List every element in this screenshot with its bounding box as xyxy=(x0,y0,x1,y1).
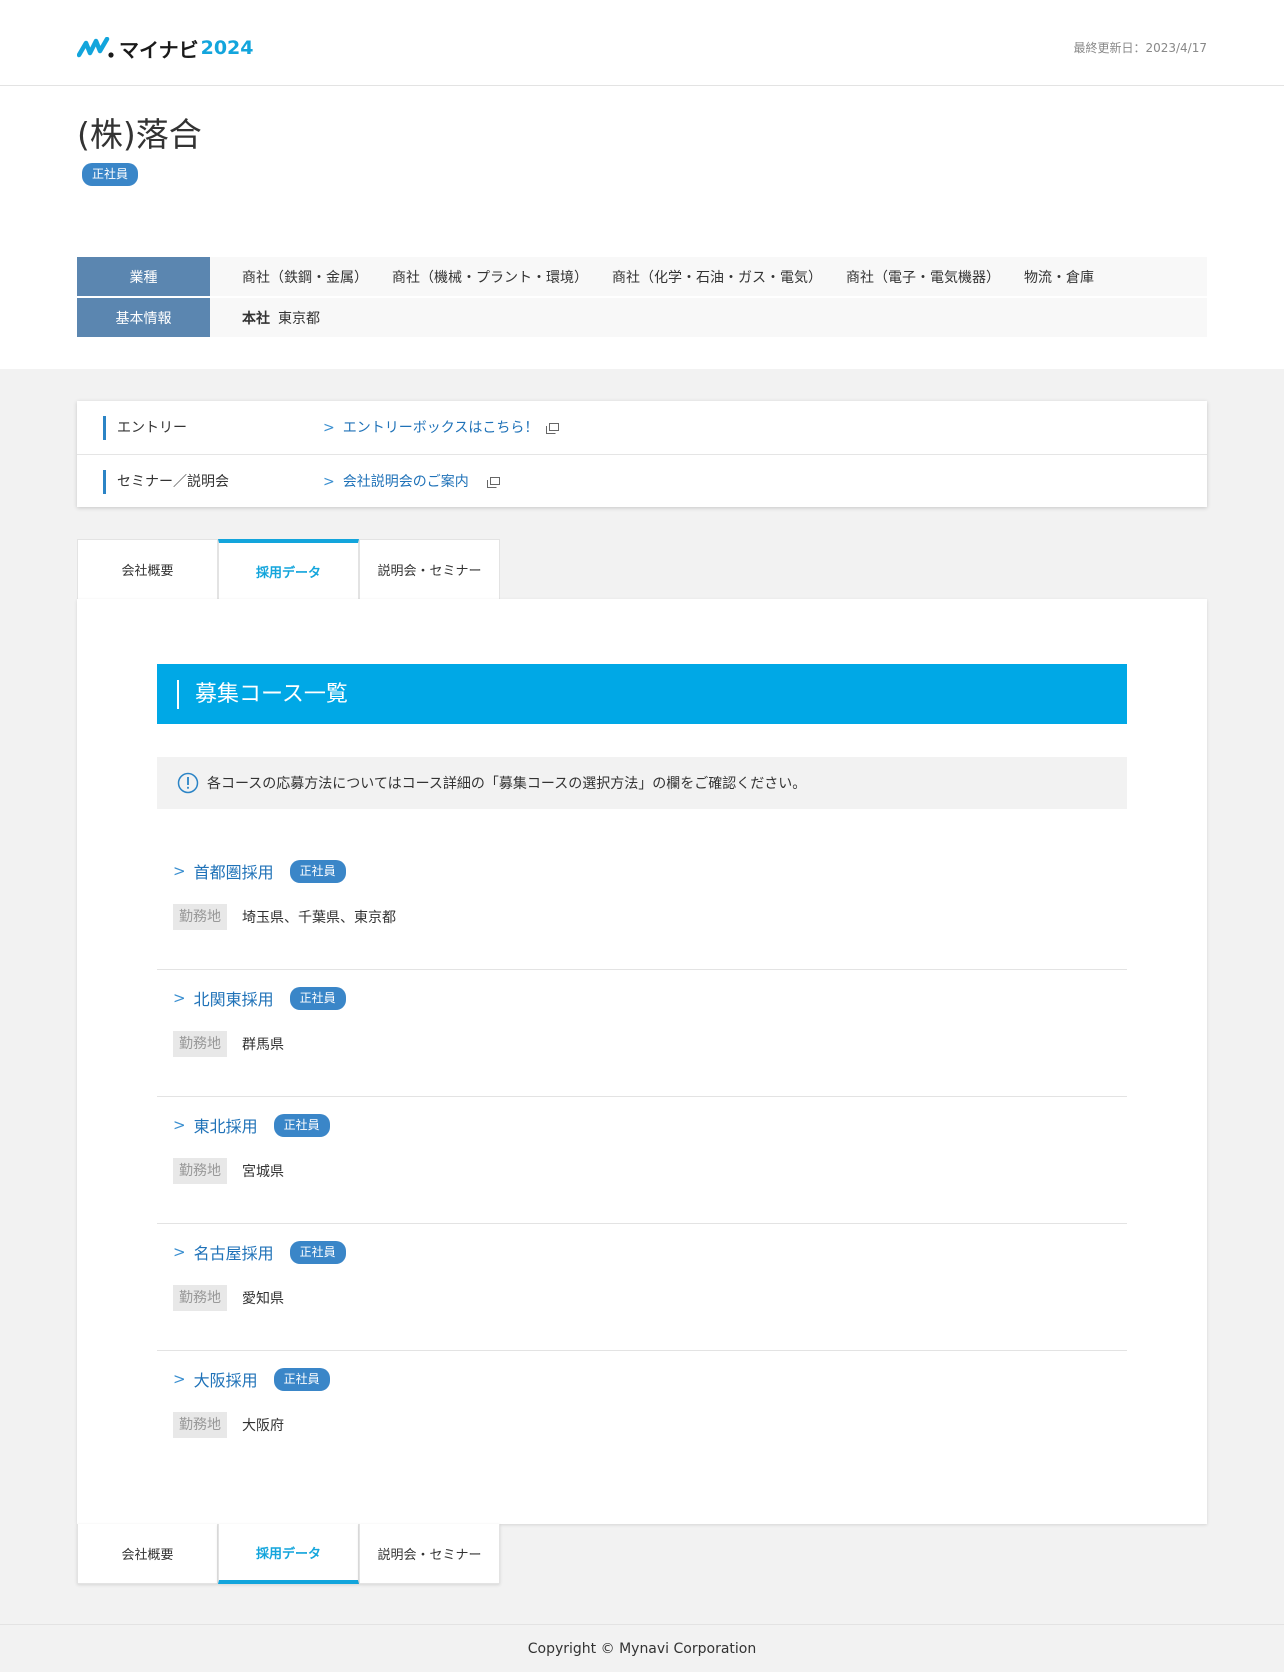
course-item: > 名古屋採用 正社員 勤務地 愛知県 xyxy=(157,1224,1127,1351)
seminar-label: セミナー／説明会 xyxy=(103,470,229,494)
chevron-right-icon: > xyxy=(173,862,186,880)
seminar-link[interactable]: > 会社説明会のご案内 xyxy=(323,470,500,494)
seminar-link-text: 会社説明会のご案内 xyxy=(342,474,469,490)
company-info-table: 業種 商社（鉄鋼・金属） 商社（機械・プラント・環境） 商社（化学・石油・ガス・… xyxy=(77,257,1207,339)
chevron-right-icon: > xyxy=(323,420,335,436)
tab-seminar[interactable]: 説明会・セミナー xyxy=(359,1524,500,1584)
location-label: 勤務地 xyxy=(173,1412,227,1438)
course-badge: 正社員 xyxy=(289,1240,346,1264)
course-badge: 正社員 xyxy=(289,986,346,1010)
basic-info-value: 本社 東京都 xyxy=(210,298,1207,337)
industry-item: 物流・倉庫 xyxy=(1024,269,1094,286)
entry-box-link[interactable]: > エントリーボックスはこちら！ xyxy=(323,416,560,440)
course-item: > 東北採用 正社員 勤務地 宮城県 xyxy=(157,1097,1127,1224)
course-link[interactable]: > 名古屋採用 正社員 xyxy=(173,1240,346,1264)
chevron-right-icon: > xyxy=(173,989,186,1007)
course-name: 大阪採用 xyxy=(193,1371,258,1390)
tab-seminar[interactable]: 説明会・セミナー xyxy=(359,539,500,599)
tab-company-overview[interactable]: 会社概要 xyxy=(77,539,218,599)
location-label: 勤務地 xyxy=(173,904,227,930)
footer: Copyright © Mynavi Corporation xyxy=(0,1624,1284,1672)
course-location: 勤務地 埼玉県、千葉県、東京都 xyxy=(173,904,396,930)
course-link[interactable]: > 東北採用 正社員 xyxy=(173,1113,330,1137)
section-title-bar: 募集コース一覧 xyxy=(157,664,1127,724)
location-value: 埼玉県、千葉県、東京都 xyxy=(242,910,396,926)
title-accent-bar xyxy=(177,680,179,709)
notice-text: 各コースの応募方法についてはコース詳細の「募集コースの選択方法」の欄をご確認くだ… xyxy=(207,776,807,792)
info-icon xyxy=(177,772,199,794)
industry-label: 業種 xyxy=(77,257,210,296)
industry-item: 商社（電子・電気機器） xyxy=(846,269,1000,286)
entry-box: エントリー > エントリーボックスはこちら！ セミナー／説明会 > 会社説明会の… xyxy=(77,401,1207,507)
basic-info-row: 基本情報 本社 東京都 xyxy=(77,298,1207,337)
course-link[interactable]: > 大阪採用 正社員 xyxy=(173,1367,330,1391)
chevron-right-icon: > xyxy=(173,1116,186,1134)
location-value: 大阪府 xyxy=(242,1418,284,1434)
location-label: 勤務地 xyxy=(173,1158,227,1184)
external-window-icon xyxy=(546,422,560,434)
external-window-icon xyxy=(486,476,500,488)
hq-label: 本社 xyxy=(242,310,270,327)
chevron-right-icon: > xyxy=(173,1370,186,1388)
employment-badge: 正社員 xyxy=(82,163,139,186)
recruitment-panel: 募集コース一覧 各コースの応募方法についてはコース詳細の「募集コースの選択方法」… xyxy=(77,599,1207,1524)
course-badge: 正社員 xyxy=(273,1367,330,1391)
hq-value: 東京都 xyxy=(278,310,320,327)
chevron-right-icon: > xyxy=(173,1243,186,1261)
course-link[interactable]: > 首都圏採用 正社員 xyxy=(173,859,346,883)
industry-item: 商社（機械・プラント・環境） xyxy=(392,269,588,286)
entry-row: エントリー > エントリーボックスはこちら！ xyxy=(77,401,1207,454)
last-updated: 最終更新日：2023/4/17 xyxy=(1073,41,1207,55)
company-name: (株)落合 xyxy=(77,115,202,154)
logo-text: マイナビ xyxy=(119,37,199,62)
course-name: 北関東採用 xyxy=(193,990,274,1009)
course-name: 東北採用 xyxy=(193,1117,258,1136)
location-label: 勤務地 xyxy=(173,1285,227,1311)
course-link[interactable]: > 北関東採用 正社員 xyxy=(173,986,346,1010)
notice-box: 各コースの応募方法についてはコース詳細の「募集コースの選択方法」の欄をご確認くだ… xyxy=(157,757,1127,809)
seminar-row: セミナー／説明会 > 会社説明会のご案内 xyxy=(77,454,1207,507)
tab-recruitment-data[interactable]: 採用データ xyxy=(218,1524,359,1584)
mynavi-mark-icon xyxy=(77,37,114,58)
location-value: 宮城県 xyxy=(242,1164,284,1180)
entry-label: エントリー xyxy=(103,416,187,440)
location-value: 愛知県 xyxy=(242,1291,284,1307)
course-location: 勤務地 宮城県 xyxy=(173,1158,284,1184)
course-badge: 正社員 xyxy=(289,859,346,883)
basic-info-label: 基本情報 xyxy=(77,298,210,337)
logo-year: 2024 xyxy=(200,37,254,59)
top-section: マイナビ 2024 最終更新日：2023/4/17 (株)落合 正社員 業種 商… xyxy=(0,0,1284,369)
copyright: Copyright © Mynavi Corporation xyxy=(527,1640,757,1657)
section-title: 募集コース一覧 xyxy=(195,682,348,707)
course-location: 勤務地 愛知県 xyxy=(173,1285,284,1311)
course-badge: 正社員 xyxy=(273,1113,330,1137)
tab-bar-top: 会社概要 採用データ 説明会・セミナー xyxy=(77,539,500,599)
industry-list: 商社（鉄鋼・金属） 商社（機械・プラント・環境） 商社（化学・石油・ガス・電気）… xyxy=(210,257,1207,296)
location-value: 群馬県 xyxy=(242,1037,284,1053)
industry-item: 商社（化学・石油・ガス・電気） xyxy=(612,269,822,286)
location-label: 勤務地 xyxy=(173,1031,227,1057)
entry-link-text: エントリーボックスはこちら！ xyxy=(342,420,539,436)
course-item: > 北関東採用 正社員 勤務地 群馬県 xyxy=(157,970,1127,1097)
chevron-right-icon: > xyxy=(323,474,335,490)
industry-row: 業種 商社（鉄鋼・金属） 商社（機械・プラント・環境） 商社（化学・石油・ガス・… xyxy=(77,257,1207,296)
industry-item: 商社（鉄鋼・金属） xyxy=(242,269,368,286)
site-header: マイナビ 2024 最終更新日：2023/4/17 xyxy=(0,0,1284,86)
course-location: 勤務地 群馬県 xyxy=(173,1031,284,1057)
course-name: 首都圏採用 xyxy=(193,863,274,882)
course-name: 名古屋採用 xyxy=(193,1244,274,1263)
tab-bar-bottom: 会社概要 採用データ 説明会・セミナー xyxy=(77,1524,500,1584)
mynavi-logo[interactable]: マイナビ 2024 xyxy=(77,36,254,62)
course-item: > 大阪採用 正社員 勤務地 大阪府 xyxy=(157,1351,1127,1478)
tab-company-overview[interactable]: 会社概要 xyxy=(77,1524,218,1584)
course-location: 勤務地 大阪府 xyxy=(173,1412,284,1438)
course-item: > 首都圏採用 正社員 勤務地 埼玉県、千葉県、東京都 xyxy=(157,843,1127,970)
tab-recruitment-data[interactable]: 採用データ xyxy=(218,539,359,599)
